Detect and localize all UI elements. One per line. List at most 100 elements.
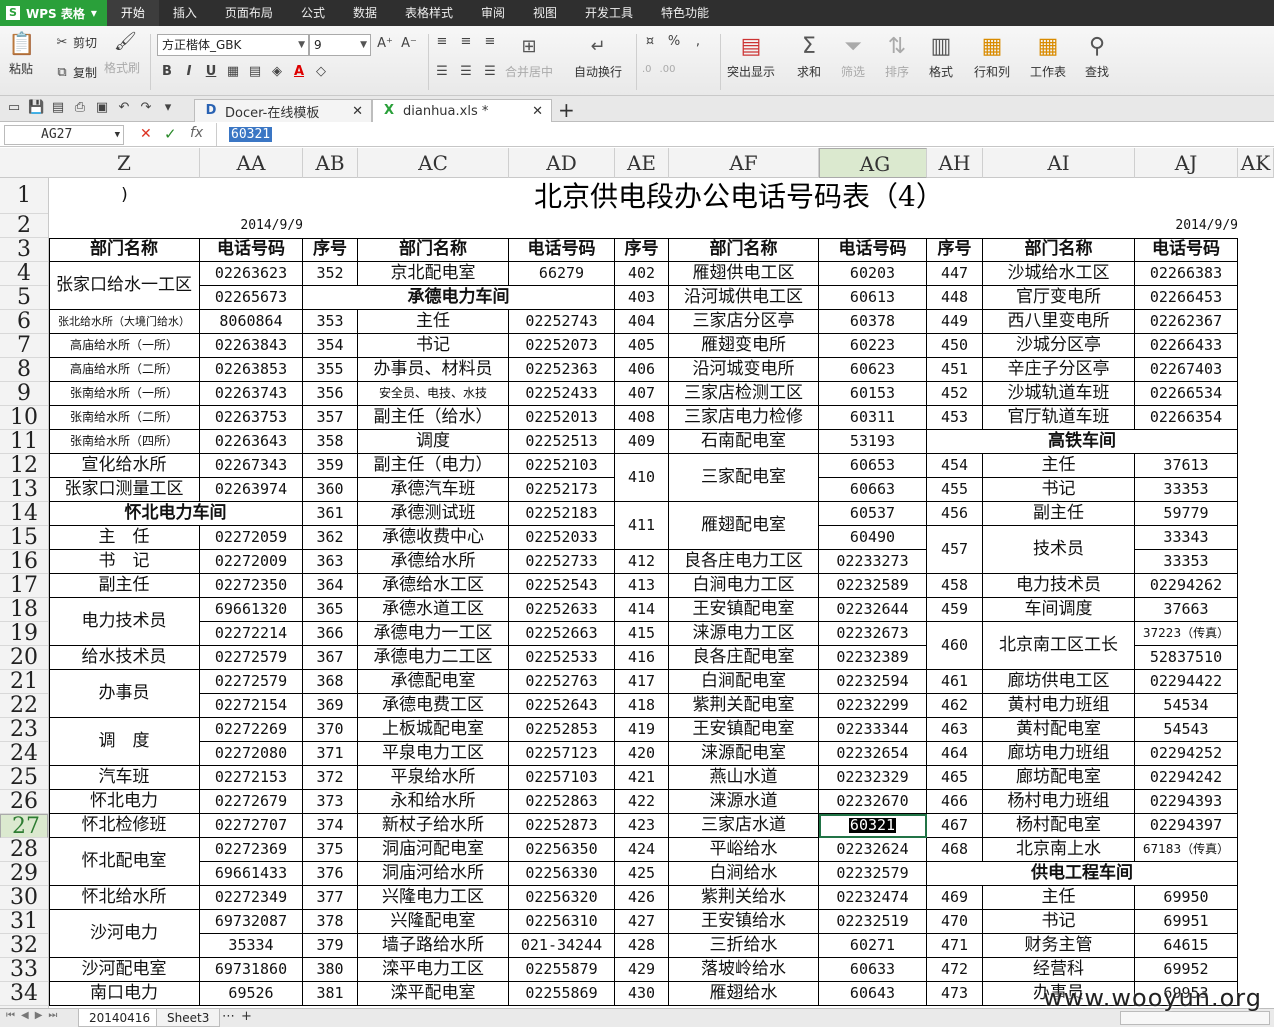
cell-AA26[interactable]: 02272679 — [200, 790, 303, 814]
cell-AF21[interactable]: 白涧配电室 — [669, 670, 819, 694]
cell-Z30[interactable]: 怀北给水所 — [49, 886, 200, 910]
find-button[interactable]: ⚲ 查找 — [1084, 34, 1110, 80]
cell-AH32[interactable]: 471 — [927, 934, 983, 958]
cell-AH5[interactable]: 448 — [927, 286, 983, 310]
cell-AD31[interactable]: 02256310 — [509, 910, 615, 934]
row-header-6[interactable]: 6 — [0, 310, 48, 334]
cell-Z12[interactable]: 宣化给水所 — [49, 454, 200, 478]
cell-AB12[interactable]: 359 — [303, 454, 358, 478]
cell-AI3[interactable]: 部门名称 — [983, 238, 1135, 262]
cell-AJ12[interactable]: 37613 — [1135, 454, 1238, 478]
cell-AE21[interactable]: 417 — [615, 670, 669, 694]
cell-AJ20[interactable]: 52837510 — [1135, 646, 1238, 670]
cell-AB17[interactable]: 364 — [303, 574, 358, 598]
cell-AC15[interactable]: 承德收费中心 — [358, 526, 509, 550]
cell-AH29[interactable]: 供电工程车间 — [927, 862, 1238, 886]
close-icon[interactable]: ✕ — [352, 104, 363, 119]
cell-AE17[interactable]: 413 — [615, 574, 669, 598]
cell-AC7[interactable]: 书记 — [358, 334, 509, 358]
cell-AE32[interactable]: 428 — [615, 934, 669, 958]
cell-AJ4[interactable]: 02266383 — [1135, 262, 1238, 286]
row-header-16[interactable]: 16 — [0, 550, 48, 574]
cell-AD28[interactable]: 02256350 — [509, 838, 615, 862]
new-tab-button[interactable]: + — [558, 98, 575, 122]
cell-AH23[interactable]: 463 — [927, 718, 983, 742]
cell-AA31[interactable]: 69732087 — [200, 910, 303, 934]
cell-AF26[interactable]: 涞源水道 — [669, 790, 819, 814]
column-header-AA[interactable]: AA — [200, 148, 303, 178]
cell-Z18[interactable]: 电力技术员 — [49, 598, 200, 646]
confirm-edit-icon[interactable]: ✓ — [164, 125, 177, 143]
cell-AG9[interactable]: 60153 — [819, 382, 927, 406]
cell-AF29[interactable]: 白涧给水 — [669, 862, 819, 886]
cell-AI22[interactable]: 黄村电力班组 — [983, 694, 1135, 718]
cell-AF12[interactable]: 三家配电室 — [669, 454, 819, 502]
doc-tab-docer[interactable]: D Docer-在线模板 ✕ — [194, 99, 372, 122]
row-header-7[interactable]: 7 — [0, 334, 48, 358]
percent-icon[interactable]: % — [666, 34, 682, 50]
cell-AE20[interactable]: 416 — [615, 646, 669, 670]
cell-Z16[interactable]: 书 记 — [49, 550, 200, 574]
menu-tab-3[interactable]: 公式 — [287, 0, 339, 26]
cell-AG28[interactable]: 02232624 — [819, 838, 927, 862]
next-sheet-icon[interactable]: ▶ — [35, 1010, 43, 1021]
cell-AG21[interactable]: 02232594 — [819, 670, 927, 694]
cell-AF11[interactable]: 石南配电室 — [669, 430, 819, 454]
paste-button[interactable]: 📋 粘贴 — [8, 32, 35, 77]
cell-AC8[interactable]: 办事员、材料员 — [358, 358, 509, 382]
row-header-31[interactable]: 31 — [0, 910, 48, 934]
cell-AJ15[interactable]: 33343 — [1135, 526, 1238, 550]
row-header-23[interactable]: 23 — [0, 718, 48, 742]
cell-AB15[interactable]: 362 — [303, 526, 358, 550]
cell-AH13[interactable]: 455 — [927, 478, 983, 502]
cell-Z26[interactable]: 怀北电力 — [49, 790, 200, 814]
cell-AB5[interactable]: 承德电力车间 — [303, 286, 615, 310]
filter-button[interactable]: ⏷ 筛选 — [840, 34, 866, 80]
formula-input[interactable]: 60321 — [216, 123, 1272, 146]
cell-AF24[interactable]: 涞源配电室 — [669, 742, 819, 766]
cell-AG25[interactable]: 02232329 — [819, 766, 927, 790]
cell-AE25[interactable]: 421 — [615, 766, 669, 790]
cell-AC20[interactable]: 承德电力二工区 — [358, 646, 509, 670]
cell-AB32[interactable]: 379 — [303, 934, 358, 958]
cell-AB29[interactable]: 376 — [303, 862, 358, 886]
cell-AH25[interactable]: 465 — [927, 766, 983, 790]
bold-button[interactable]: B — [159, 64, 175, 80]
cell-AD4[interactable]: 66279 — [509, 262, 615, 286]
cell-AE33[interactable]: 429 — [615, 958, 669, 982]
cell-AI12[interactable]: 主任 — [983, 454, 1135, 478]
cell-AI17[interactable]: 电力技术员 — [983, 574, 1135, 598]
cell-AF14[interactable]: 雁翅配电室 — [669, 502, 819, 550]
cell-Z21[interactable]: 办事员 — [49, 670, 200, 718]
cell-AD32[interactable]: 021-34244 — [509, 934, 615, 958]
cell-AH30[interactable]: 469 — [927, 886, 983, 910]
cell-AE23[interactable]: 419 — [615, 718, 669, 742]
cell-AB30[interactable]: 377 — [303, 886, 358, 910]
cell-AB26[interactable]: 373 — [303, 790, 358, 814]
save-icon[interactable]: 💾 — [28, 100, 44, 116]
horizontal-scrollbar[interactable] — [1120, 1011, 1270, 1025]
cell-AH33[interactable]: 472 — [927, 958, 983, 982]
column-header-AI[interactable]: AI — [983, 148, 1135, 178]
row-header-4[interactable]: 4 — [0, 262, 48, 286]
erase-icon[interactable]: ◇ — [313, 64, 329, 80]
cell-Z34[interactable]: 南口电力 — [49, 982, 200, 1006]
cell-AD26[interactable]: 02252863 — [509, 790, 615, 814]
cell-AC30[interactable]: 兴隆电力工区 — [358, 886, 509, 910]
cell-AD17[interactable]: 02252543 — [509, 574, 615, 598]
cell-AG17[interactable]: 02232589 — [819, 574, 927, 598]
cell-AE9[interactable]: 407 — [615, 382, 669, 406]
row-header-19[interactable]: 19 — [0, 622, 48, 646]
column-header-AD[interactable]: AD — [509, 148, 615, 178]
cell-AG27[interactable]: 60321 — [819, 814, 927, 838]
sheet-tab-20140416[interactable]: 20140416 — [78, 1009, 162, 1027]
cell-AC18[interactable]: 承德水道工区 — [358, 598, 509, 622]
cell-AC3[interactable]: 部门名称 — [358, 238, 509, 262]
cell-AB21[interactable]: 368 — [303, 670, 358, 694]
cell-AH8[interactable]: 451 — [927, 358, 983, 382]
cell-AI25[interactable]: 廊坊配电室 — [983, 766, 1135, 790]
row-header-22[interactable]: 22 — [0, 694, 48, 718]
cell-AA13[interactable]: 02263974 — [200, 478, 303, 502]
add-sheet-icon[interactable]: + — [241, 1009, 252, 1024]
cell-AJ26[interactable]: 02294393 — [1135, 790, 1238, 814]
